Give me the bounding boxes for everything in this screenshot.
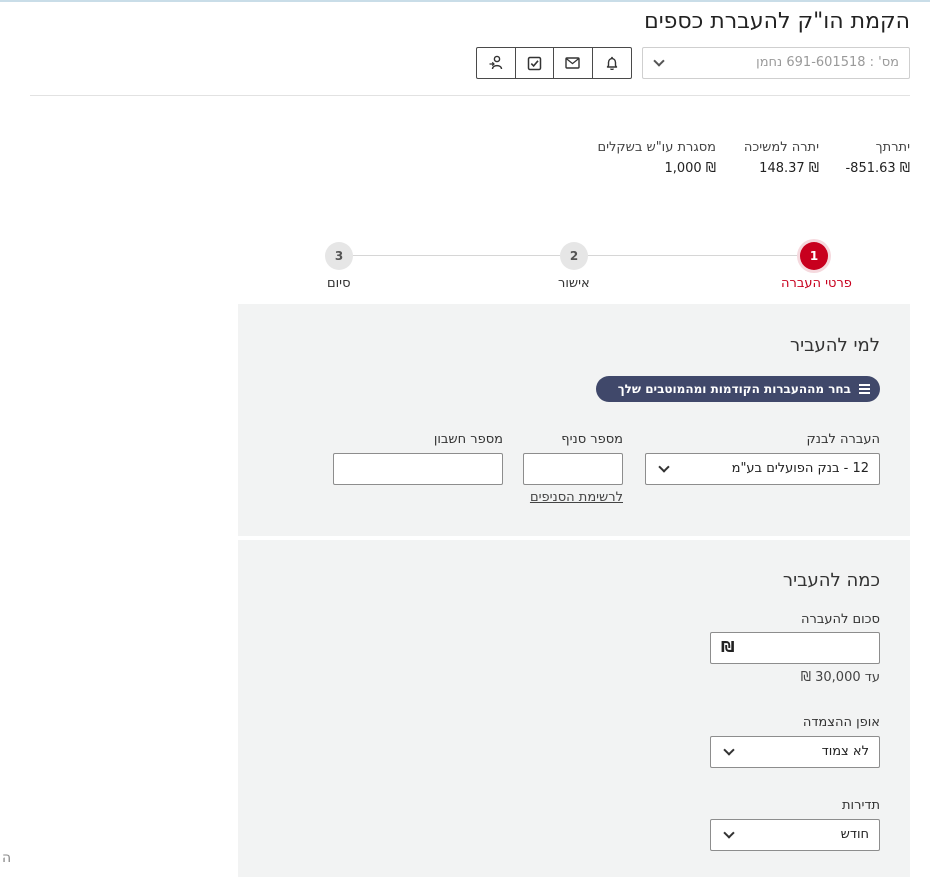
chevron-down-icon [723,827,735,839]
indexation-select[interactable]: לא צמוד [710,736,880,768]
amount-limit-hint: עד 30,000 ₪ [800,670,880,685]
header-divider [30,95,910,96]
bell-icon [606,56,617,70]
step-1-label: פרטי העברה [781,276,852,291]
step-2-label: אישור [558,276,590,291]
action-icon-bar [476,47,632,79]
choose-beneficiary-label: בחר מההעברות הקודמות ומהמוטבים שלך [617,382,851,396]
branches-list-link[interactable]: לרשימת הסניפים [530,490,623,505]
balance-value: ₪ 148.37 [759,161,819,176]
user-transfer-icon [489,55,502,70]
chevron-down-icon [658,461,670,473]
choose-beneficiary-button[interactable]: בחר מההעברות הקודמות ומהמוטבים שלך [596,376,880,402]
step-3-circle: 3 [325,242,353,270]
balance-label: יתרתך [875,140,910,155]
page-title: הקמת הו"ק להעברת כספים [644,9,910,34]
balance-value: ₪ 1,000 [664,161,716,176]
frequency-label: תדירות [842,798,880,813]
tasks-button[interactable] [516,48,554,78]
balance-label: יתרה למשיכה [743,140,819,155]
bank-select[interactable]: 12 - בנק הפועלים בע"מ [645,453,880,485]
amount-input[interactable]: ₪ [710,632,880,664]
mail-icon [565,57,580,69]
messages-button[interactable] [554,48,593,78]
chevron-down-icon [653,55,665,67]
notifications-button[interactable] [593,48,631,78]
step-3-label: סיום [327,276,351,291]
frequency-select-value: חודש [840,827,869,842]
account-number-label: מספר חשבון [433,432,503,447]
balance-value: ₪ 851.63- [845,161,910,176]
bank-label: העברה לבנק [806,432,880,447]
recipient-title: למי להעביר [789,335,880,356]
top-border [0,0,930,2]
balance-withdrawable: יתרה למשיכה ₪ 148.37 [744,140,819,176]
step-2-circle: 2 [560,242,588,270]
balance-current: יתרתך ₪ 851.63- [845,140,910,176]
chevron-down-icon [723,744,735,756]
indexation-select-value: לא צמוד [821,744,869,759]
corner-text: ה [2,850,12,866]
amount-title: כמה להעביר [782,570,880,591]
indexation-label: אופן ההצמדה [802,715,880,730]
user-transfer-button[interactable] [477,48,516,78]
branch-label: מספר סניף [561,432,623,447]
amount-label: סכום להעברה [801,612,880,627]
balance-label: מסגרת עו"ש בשקלים [597,140,716,155]
branch-input[interactable] [523,453,623,485]
frequency-select[interactable]: חודש [710,819,880,851]
shekel-icon: ₪ [721,638,735,656]
account-select[interactable]: מס' : 691-601518 נחמן [642,47,910,79]
account-select-value: מס' : 691-601518 נחמן [756,55,899,70]
bank-select-value: 12 - בנק הפועלים בע"מ [731,461,869,476]
checkbox-icon [527,56,541,70]
account-number-input[interactable] [333,453,503,485]
balance-credit-line: מסגרת עו"ש בשקלים ₪ 1,000 [597,140,716,176]
step-1-circle: 1 [800,242,828,270]
list-icon [859,382,870,396]
